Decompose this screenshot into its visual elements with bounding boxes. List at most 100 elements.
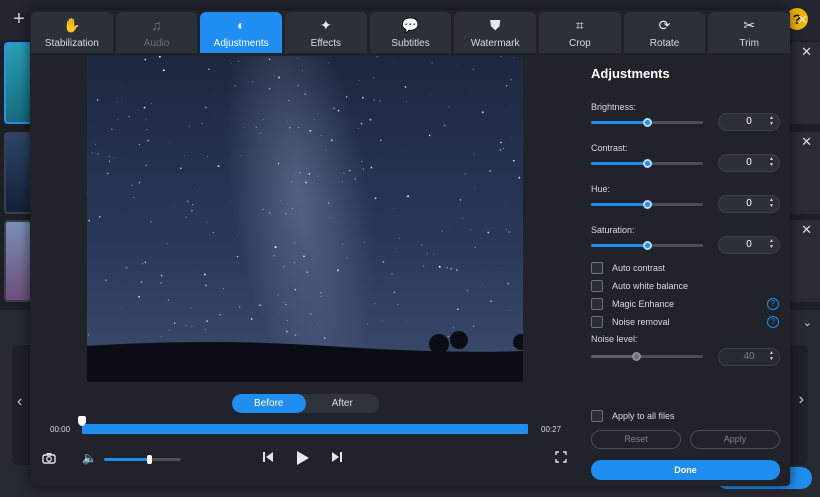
stepper-arrows-icon[interactable]: ▲ ▼: [769, 238, 774, 250]
contrast-stepper[interactable]: 0 ▲ ▼: [718, 154, 780, 172]
file-thumbnail[interactable]: [4, 42, 32, 124]
next-frame-icon[interactable]: [331, 451, 343, 466]
tab-effects[interactable]: ✦ Effects: [285, 12, 367, 53]
volume-handle[interactable]: [147, 455, 152, 464]
apply-to-all-label: Apply to all files: [612, 411, 675, 421]
hand-wave-icon: ✋: [63, 17, 81, 33]
tab-audio: ♫ Audio: [115, 12, 198, 53]
tab-label: Effects: [310, 38, 342, 49]
chevron-right-icon[interactable]: ›: [799, 391, 804, 409]
hue-stepper[interactable]: 0 ▲ ▼: [718, 195, 780, 213]
stepper-arrows-icon[interactable]: ▲ ▼: [769, 115, 774, 127]
starry-sky-image: [87, 56, 523, 382]
previous-frame-icon[interactable]: [262, 451, 274, 466]
noise-level-label: Noise level:: [591, 334, 638, 344]
brightness-handle[interactable]: [643, 118, 652, 127]
auto-contrast-checkbox[interactable]: Auto contrast: [591, 262, 665, 274]
auto-contrast-label: Auto contrast: [612, 263, 666, 273]
noise-removal-checkbox[interactable]: Noise removal: [591, 316, 670, 328]
magic-wand-icon: ✦: [319, 17, 332, 33]
chevron-down-icon[interactable]: ⌄: [803, 316, 812, 329]
contrast-label: Contrast:: [591, 143, 628, 153]
remove-file-icon[interactable]: ✕: [801, 222, 812, 238]
apply-to-all-checkbox[interactable]: Apply to all files: [591, 410, 675, 422]
noise-removal-label: Noise removal: [612, 317, 670, 327]
rotate-icon: ⟳: [658, 17, 671, 33]
video-editor-dialog: ✋ Stabilization ♫ Audio ◐ Adjustments ✦ Effects…: [30, 10, 808, 486]
music-note-icon: ♫: [151, 17, 162, 33]
magic-enhance-checkbox[interactable]: Magic Enhance: [591, 298, 674, 310]
brightness-stepper[interactable]: 0 ▲ ▼: [718, 113, 780, 131]
current-time: 00:00: [50, 425, 71, 434]
contrast-handle[interactable]: [643, 159, 652, 168]
remove-file-icon[interactable]: ✕: [801, 134, 812, 150]
tab-trim[interactable]: ✂ Trim: [708, 12, 791, 53]
saturation-handle[interactable]: [643, 241, 652, 250]
camera-icon[interactable]: [42, 452, 56, 467]
total-time: 00:27: [541, 425, 562, 434]
auto-white-balance-checkbox[interactable]: Auto white balance: [591, 280, 688, 292]
auto-white-balance-label: Auto white balance: [612, 281, 689, 291]
tab-adjustments[interactable]: ◐ Adjustments: [200, 12, 283, 53]
checkbox-box[interactable]: [591, 316, 603, 328]
tab-label: Crop: [569, 38, 591, 49]
tab-crop[interactable]: ⌗ Crop: [539, 12, 621, 53]
playhead-handle[interactable]: [78, 416, 86, 426]
progress-bar[interactable]: [82, 424, 528, 434]
tab-label: Audio: [143, 38, 170, 49]
noise-level-stepper[interactable]: 40 ▲ ▼: [718, 348, 780, 366]
checkbox-box[interactable]: [591, 410, 603, 422]
brightness-value: 0: [746, 116, 752, 127]
after-button[interactable]: After: [306, 394, 380, 413]
tab-subtitles[interactable]: 💬 Subtitles: [369, 12, 452, 53]
checkbox-box[interactable]: [591, 280, 603, 292]
stepper-arrows-icon[interactable]: ▲ ▼: [769, 197, 774, 209]
tab-label: Subtitles: [391, 38, 430, 49]
hue-handle[interactable]: [643, 200, 652, 209]
checkbox-box[interactable]: [591, 298, 603, 310]
noise-level-fill: [591, 355, 636, 358]
video-preview: [87, 56, 523, 382]
tab-label: Stabilization: [44, 38, 99, 49]
tab-label: Rotate: [649, 38, 680, 49]
stepper-arrows-icon[interactable]: ▲ ▼: [769, 156, 774, 168]
saturation-fill: [591, 244, 647, 247]
noise-level-value: 40: [743, 351, 755, 362]
help-icon[interactable]: ?: [767, 316, 779, 328]
speech-bubble-icon: 💬: [401, 17, 420, 33]
close-icon[interactable]: ✕: [797, 12, 808, 28]
done-button[interactable]: Done: [591, 460, 780, 480]
stepper-arrows-icon[interactable]: ▲ ▼: [769, 350, 774, 362]
saturation-label: Saturation:: [591, 225, 635, 235]
help-icon[interactable]: ?: [767, 298, 779, 310]
stamp-icon: ⛊: [489, 17, 501, 33]
volume-icon[interactable]: 🔈: [82, 451, 97, 465]
scissors-icon: ✂: [743, 17, 756, 33]
tab-label: Watermark: [470, 38, 520, 49]
tab-stabilization[interactable]: ✋ Stabilization: [31, 12, 113, 53]
before-after-toggle: Before After: [232, 394, 379, 413]
chevron-left-icon[interactable]: ‹: [17, 393, 22, 411]
contrast-value: 0: [746, 157, 752, 168]
brightness-label: Brightness:: [591, 102, 637, 112]
before-button[interactable]: Before: [232, 394, 306, 413]
noise-level-handle[interactable]: [632, 352, 641, 361]
panel-title: Adjustments: [591, 66, 670, 81]
tab-rotate[interactable]: ⟳ Rotate: [623, 12, 706, 53]
add-media-icon[interactable]: +: [8, 8, 30, 30]
hue-label: Hue:: [591, 184, 611, 194]
file-thumbnail[interactable]: [4, 132, 32, 214]
play-icon[interactable]: [296, 450, 310, 469]
remove-file-icon[interactable]: ✕: [801, 44, 812, 60]
fullscreen-icon[interactable]: [555, 451, 567, 466]
apply-button[interactable]: Apply: [690, 430, 780, 449]
saturation-stepper[interactable]: 0 ▲ ▼: [718, 236, 780, 254]
contrast-icon: ◐: [236, 17, 246, 33]
contrast-fill: [591, 162, 647, 165]
brightness-fill: [591, 121, 647, 124]
reset-button[interactable]: Reset: [591, 430, 681, 449]
magic-enhance-label: Magic Enhance: [612, 299, 675, 309]
file-thumbnail[interactable]: [4, 220, 32, 302]
tab-watermark[interactable]: ⛊ Watermark: [454, 12, 537, 53]
checkbox-box[interactable]: [591, 262, 603, 274]
